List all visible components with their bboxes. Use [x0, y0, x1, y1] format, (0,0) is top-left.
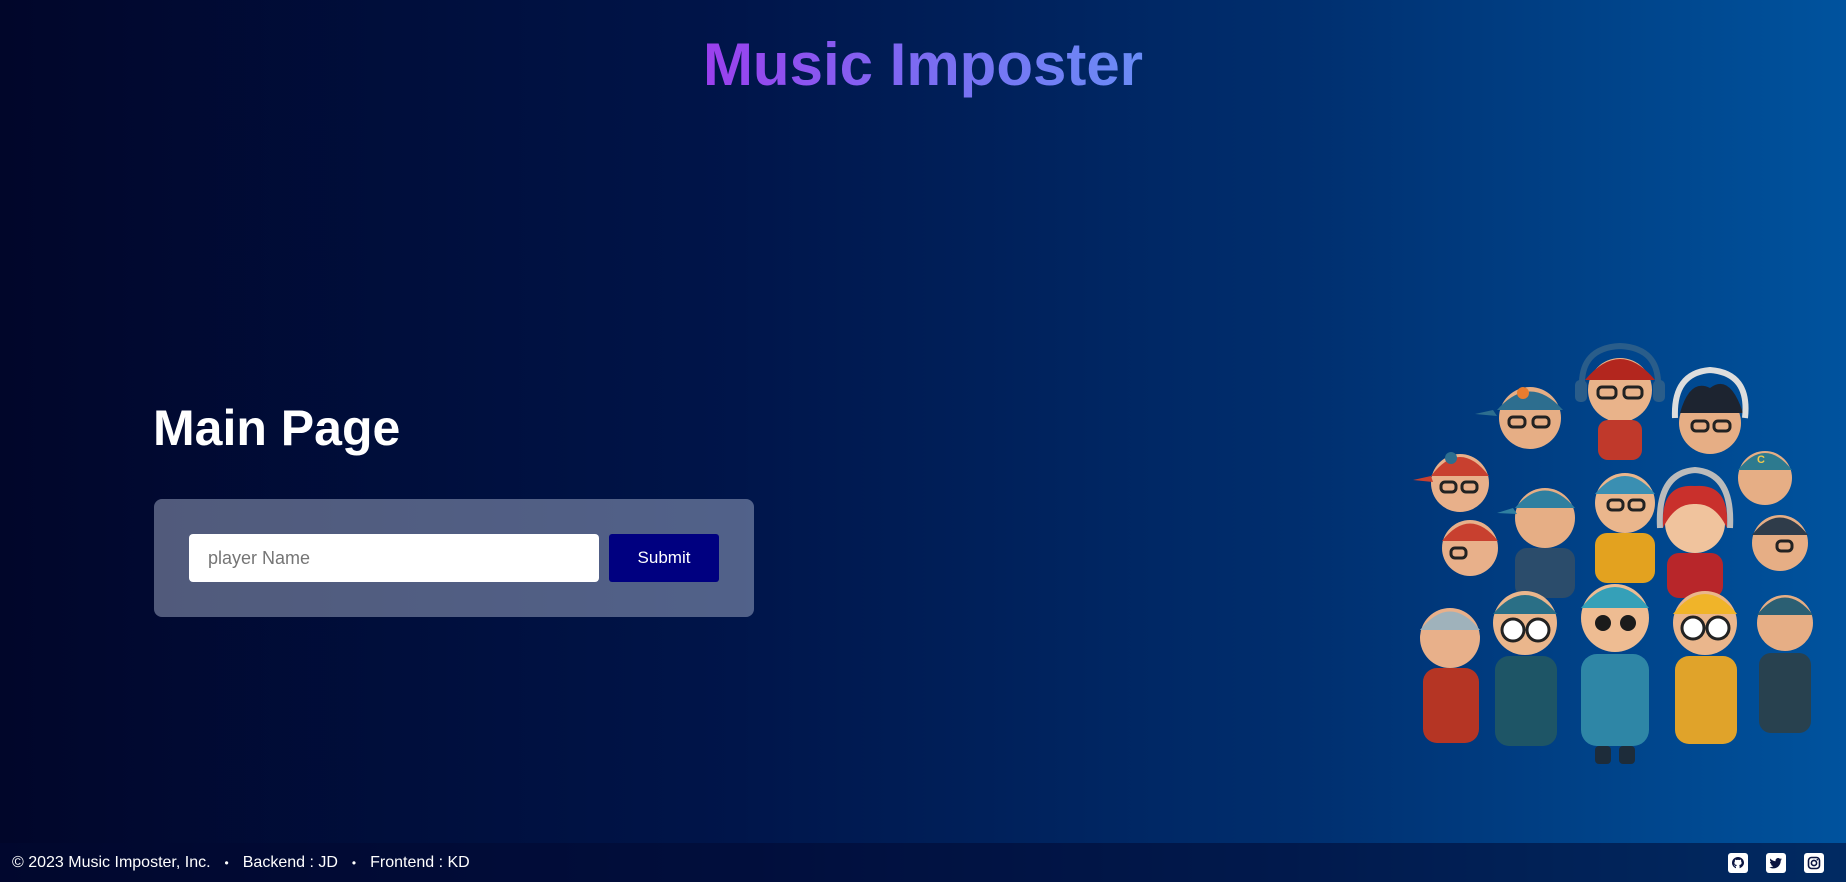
- character-figure: [1413, 452, 1489, 512]
- character-figure: [1581, 584, 1649, 764]
- character-figure: [1575, 342, 1665, 460]
- frontend-credit: Frontend : KD: [370, 853, 470, 871]
- copyright-text: © 2023 Music Imposter, Inc.: [12, 853, 211, 871]
- footer-separator: •: [224, 855, 229, 870]
- character-figure: [1673, 591, 1737, 744]
- player-form-panel: Submit: [154, 499, 754, 617]
- character-figure: [1493, 591, 1557, 746]
- twitter-icon[interactable]: [1766, 853, 1786, 873]
- character-figure: [1757, 595, 1813, 733]
- app-title-text: Music Imposter: [702, 31, 1144, 98]
- character-figure: [1475, 387, 1563, 449]
- app-title: Music Imposter: [0, 30, 1846, 100]
- footer-credits: © 2023 Music Imposter, Inc. • Backend : …: [0, 854, 470, 872]
- character-figure: [1656, 466, 1734, 598]
- svg-text:C: C: [1757, 454, 1765, 466]
- character-figure: [1752, 515, 1808, 571]
- github-icon[interactable]: [1728, 853, 1748, 873]
- character-figure: [1442, 520, 1498, 576]
- social-links: [1728, 853, 1824, 873]
- instagram-icon[interactable]: [1804, 853, 1824, 873]
- character-figure: [1420, 608, 1480, 743]
- submit-button[interactable]: Submit: [609, 534, 719, 582]
- character-figure: [1595, 473, 1655, 583]
- characters-group-illustration: C: [1413, 342, 1813, 764]
- footer-separator: •: [351, 855, 357, 870]
- footer: © 2023 Music Imposter, Inc. • Backend : …: [0, 843, 1846, 882]
- character-figure: [1671, 366, 1749, 454]
- character-figure: [1497, 488, 1575, 598]
- page-title: Main Page: [153, 400, 401, 456]
- character-figure: C: [1738, 451, 1792, 505]
- backend-credit: Backend : JD: [242, 853, 338, 871]
- player-name-input[interactable]: [189, 534, 599, 582]
